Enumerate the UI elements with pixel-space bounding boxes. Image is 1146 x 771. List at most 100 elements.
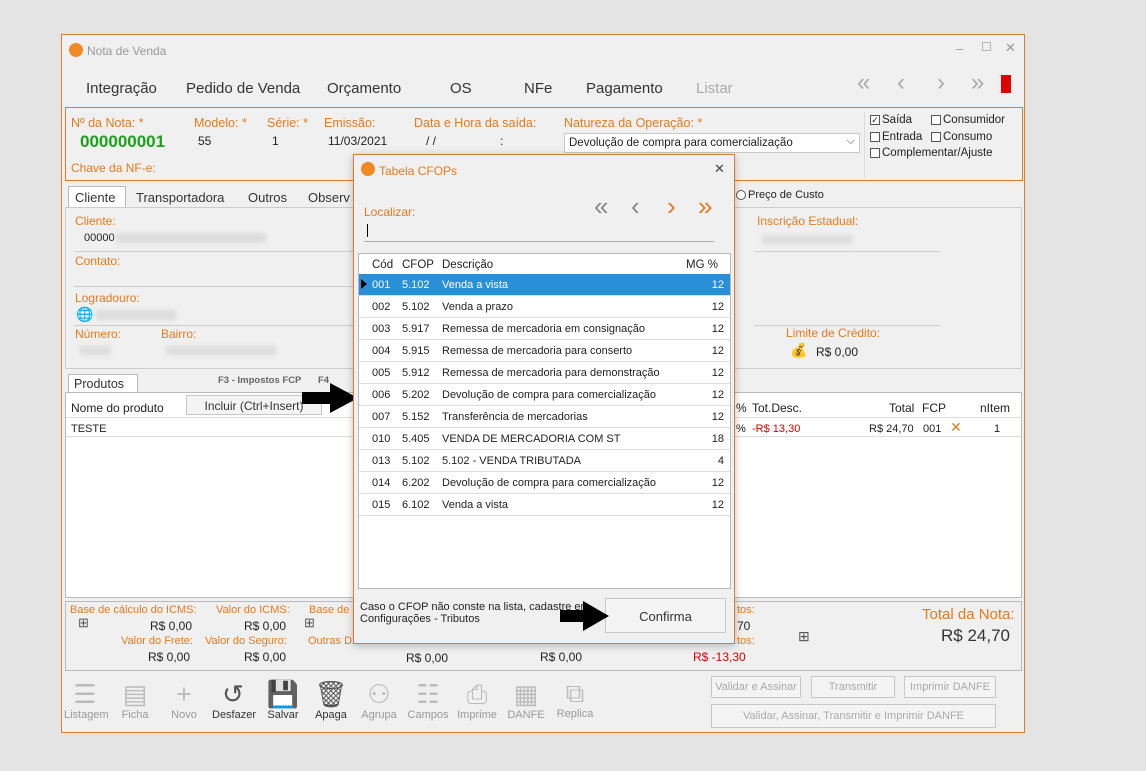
localizar-input[interactable] — [364, 221, 714, 242]
imprime-button[interactable]: ⎙ Imprime — [456, 679, 498, 721]
cfop-row[interactable]: 001 5.102 Venda a vista 12 — [359, 274, 730, 296]
confirma-button[interactable]: Confirma — [605, 598, 726, 633]
check-complementar[interactable]: Complementar/Ajuste — [870, 147, 993, 159]
cfop-row[interactable]: 004 5.915 Remessa de mercadoria para conse… — [359, 340, 730, 362]
cfop-row[interactable]: 006 5.202 Devolução de compra para comerci… — [359, 384, 730, 406]
delete-x-icon[interactable]: ✕ — [950, 419, 962, 436]
check-preco-custo[interactable]: Preço de Custo — [736, 189, 824, 201]
serie-value[interactable]: 1 — [272, 134, 279, 148]
ficha-button[interactable]: ▤ Ficha — [114, 679, 156, 721]
apaga-button[interactable]: 🗑 Apaga — [310, 679, 352, 721]
check-consumo[interactable]: Consumo — [931, 131, 992, 143]
next-page-icon[interactable]: › — [667, 191, 676, 222]
menu-orcamento[interactable]: Orçamento — [327, 80, 401, 97]
cfop-row[interactable]: 010 5.405 VENDA DE MERCADORIA COM ST 18 — [359, 428, 730, 450]
cfop-row-cfop: 5.202 — [402, 389, 430, 401]
validar-assinar-button[interactable]: Validar e Assinar — [711, 676, 801, 698]
menu-os[interactable]: OS — [450, 80, 472, 97]
tab-cliente[interactable]: Cliente — [68, 186, 126, 208]
tab-outros[interactable]: Outros — [248, 190, 287, 205]
cfop-row[interactable]: 005 5.912 Remessa de mercadoria para demon… — [359, 362, 730, 384]
modelo-value[interactable]: 55 — [198, 134, 211, 148]
checkbox-icon — [931, 114, 941, 125]
cfop-row-cod: 003 — [372, 323, 391, 335]
natureza-select[interactable]: Devolução de compra para comercialização… — [564, 133, 860, 153]
prev-page-icon[interactable]: ‹ — [631, 191, 640, 222]
chevron-down-icon: ⌵ — [846, 135, 855, 147]
menu-integracao[interactable]: Integração — [86, 80, 157, 97]
divider — [754, 251, 940, 252]
cfop-row-descricao: Devolução de compra para comercialização — [442, 389, 656, 401]
check-consumidor[interactable]: Consumidor — [931, 114, 1005, 126]
cfop-row[interactable]: 003 5.917 Remessa de mercadoria em consign… — [359, 318, 730, 340]
serie-label: Série: * — [267, 116, 308, 130]
cfop-row[interactable]: 014 6.202 Devolução de compra para comerci… — [359, 472, 730, 494]
novo-button[interactable]: + Novo — [163, 679, 205, 721]
emissao-value[interactable]: 11/03/2021 — [328, 134, 387, 148]
tree-icon[interactable]: ⊞ — [304, 615, 315, 631]
close-icon[interactable]: ✕ — [714, 161, 725, 177]
salvar-button[interactable]: 💾 Salvar — [262, 679, 304, 721]
tab-produtos[interactable]: Produtos — [68, 374, 138, 393]
minimize-icon[interactable]: – — [956, 41, 963, 56]
printer-icon: ⎙ — [466, 679, 488, 709]
previous-record-icon[interactable]: ‹ — [897, 69, 905, 97]
dialog-title: Tabela CFOPs — [379, 164, 458, 178]
maximize-icon[interactable]: ☐ — [981, 40, 992, 54]
emissao-label: Emissão: — [324, 116, 376, 130]
cfop-row-cod: 002 — [372, 301, 391, 313]
first-page-icon[interactable]: « — [594, 191, 608, 222]
menu-pedido-venda[interactable]: Pedido de Venda — [186, 80, 300, 97]
cfop-row[interactable]: 007 5.152 Transferência de mercadorias 12 — [359, 406, 730, 428]
checkbox-icon — [870, 131, 880, 142]
menu-listar[interactable]: Listar — [696, 80, 733, 97]
tree-icon[interactable]: ⊞ — [798, 628, 810, 645]
cfop-row[interactable]: 015 6.102 Venda a vista 12 — [359, 494, 730, 516]
checkbox-checked-icon: ✓ — [870, 114, 880, 125]
cliente-code[interactable]: 00000 — [84, 232, 115, 244]
divider — [864, 112, 866, 178]
listagem-button[interactable]: ☰ Listagem — [64, 679, 109, 721]
natureza-value: Devolução de compra para comercialização — [569, 137, 793, 149]
globe-icon[interactable]: 🌐 — [76, 306, 93, 323]
check-entrada[interactable]: Entrada — [870, 131, 922, 143]
replica-button[interactable]: ⧉ Replica — [554, 678, 596, 720]
frete-label: Valor do Frete: — [121, 635, 193, 647]
last-page-icon[interactable]: » — [698, 191, 712, 222]
tree-icon[interactable]: ⊞ — [78, 615, 89, 631]
first-record-icon[interactable]: « — [857, 69, 870, 97]
last-record-icon[interactable]: » — [971, 69, 984, 97]
cfop-row-cfop: 6.202 — [402, 477, 430, 489]
divider — [74, 286, 354, 287]
title-bar: Nota de Venda – ☐ ✕ — [62, 35, 1024, 65]
danfe-button[interactable]: ▦ DANFE — [505, 679, 547, 721]
col-cod: Cód — [372, 259, 394, 271]
cfop-row-cod: 014 — [372, 477, 391, 489]
checkbox-icon — [870, 147, 880, 158]
saida-date[interactable]: / / — [426, 134, 436, 148]
tab-transportadora[interactable]: Transportadora — [136, 190, 224, 205]
next-record-icon[interactable]: › — [937, 69, 945, 97]
cfop-row-descricao: Venda a prazo — [442, 301, 513, 313]
check-saida[interactable]: ✓ Saída — [870, 114, 912, 126]
cfop-row-cod: 015 — [372, 499, 391, 511]
cfop-grid[interactable]: Cód CFOP Descrição MG % 001 5.102 Venda a … — [358, 253, 731, 589]
saida-time[interactable]: : — [500, 134, 503, 148]
cfop-row-mg: 12 — [711, 389, 724, 401]
validar-tudo-button[interactable]: Validar, Assinar, Transmitir e Imprimir … — [711, 704, 996, 728]
cfop-row-cfop: 5.915 — [402, 345, 430, 357]
close-icon[interactable]: ✕ — [1005, 40, 1016, 56]
menu-pagamento[interactable]: Pagamento — [586, 80, 663, 97]
menu-nfe[interactable]: NFe — [524, 80, 552, 97]
limite-value: R$ 0,00 — [816, 345, 859, 359]
desfazer-button[interactable]: ↺ Desfazer — [212, 679, 256, 721]
tab-observ[interactable]: Observ — [308, 190, 350, 205]
cfop-row-descricao: Remessa de mercadoria em consignação — [442, 323, 645, 335]
agrupa-button[interactable]: ⚇ Agrupa — [358, 679, 400, 721]
cfop-row[interactable]: 002 5.102 Venda a prazo 12 — [359, 296, 730, 318]
cfop-row[interactable]: 013 5.102 5.102 - VENDA TRIBUTADA 4 — [359, 450, 730, 472]
localizar-label: Localizar: — [364, 205, 416, 219]
campos-button[interactable]: ☷ Campos — [407, 679, 449, 721]
imprimir-danfe-button[interactable]: Imprimir DANFE — [904, 676, 996, 698]
transmitir-button[interactable]: Transmitir — [811, 676, 895, 698]
